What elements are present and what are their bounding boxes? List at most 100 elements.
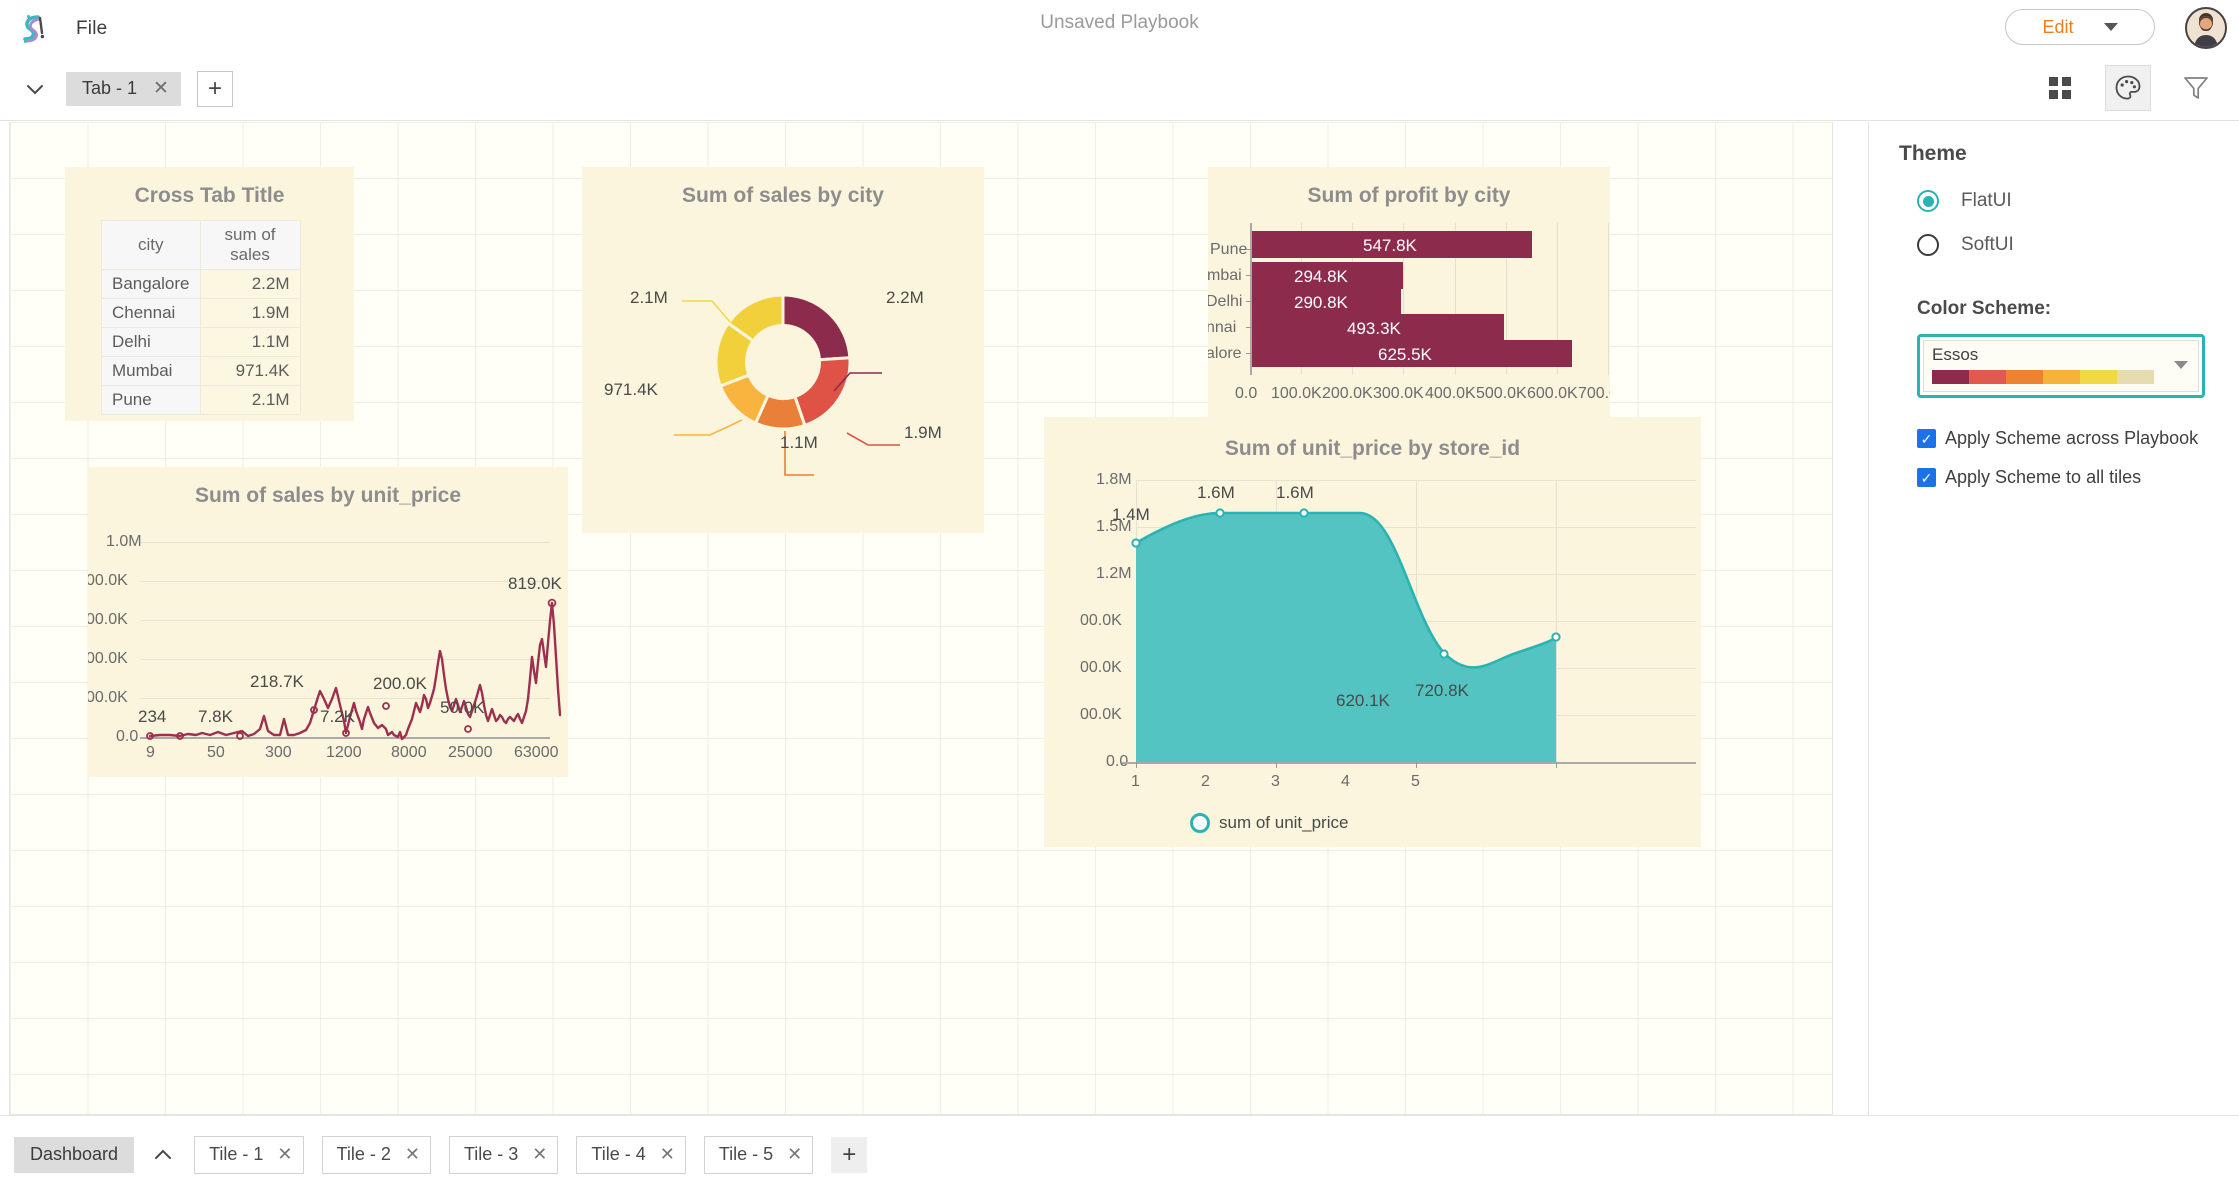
line-annot-218-7k: 218.7K	[250, 672, 304, 691]
add-tile-button[interactable]: +	[831, 1136, 868, 1173]
radio-unselected-icon	[1917, 234, 1939, 256]
menu-file[interactable]: File	[68, 14, 115, 44]
filter-icon[interactable]	[2173, 65, 2219, 111]
x-tick-50: 50	[207, 744, 225, 761]
cell-city: Mumbai	[101, 356, 201, 386]
x-tick-3: 3	[1271, 773, 1280, 790]
tab-item-1[interactable]: Tab - 1 ✕	[66, 71, 181, 106]
x-tick-63000: 63000	[514, 744, 559, 761]
chevron-up-icon[interactable]	[150, 1142, 176, 1168]
close-icon[interactable]: ✕	[532, 1144, 547, 1165]
toolbar-icons	[2037, 65, 2219, 111]
line-annot-7-2k: 7.2K	[320, 707, 355, 726]
bar-value-pune: 547.8K	[1363, 236, 1417, 255]
col-header-sales: sum of sales	[199, 220, 301, 270]
cell-value: 971.4K	[199, 356, 301, 386]
x-axis-line	[1122, 762, 1696, 764]
checkbox-label: Apply Scheme to all tiles	[1945, 467, 2142, 487]
tile-chip-label: Tile - 2	[336, 1144, 391, 1164]
close-icon[interactable]: ✕	[153, 77, 169, 100]
table-row: Mumbai 971.4K	[101, 356, 301, 386]
tile-title: Sum of profit by city	[1307, 184, 1511, 207]
palette-icon[interactable]	[2105, 65, 2151, 111]
theme-option-flatui[interactable]: FlatUI	[1917, 190, 2239, 212]
tick-mark	[1276, 762, 1277, 768]
theme-option-label: SoftUI	[1961, 234, 2014, 255]
legend-label: sum of unit_price	[1219, 813, 1349, 832]
tab-row: Tab - 1 ✕ +	[0, 57, 2239, 121]
tile-chip-label: Tile - 3	[463, 1144, 519, 1164]
tile-chip-3[interactable]: Tile - 3 ✕	[448, 1135, 559, 1174]
bar-value-delhi: 290.8K	[1294, 293, 1348, 312]
x-tick-8000: 8000	[391, 744, 427, 761]
close-icon[interactable]: ✕	[405, 1144, 420, 1165]
cell-value: 1.9M	[199, 298, 301, 328]
checkbox-apply-across-playbook[interactable]: ✓ Apply Scheme across Playbook	[1917, 428, 2239, 449]
tick-mark	[1416, 762, 1417, 768]
checkbox-checked-icon: ✓	[1917, 468, 1936, 487]
x-tick-2: 2	[1201, 773, 1210, 790]
tile-cross-tab[interactable]: Cross Tab Title city sum of sales Bangal…	[65, 167, 354, 421]
gridline	[1608, 223, 1609, 375]
col-header-city: city	[101, 220, 201, 270]
x-tick-25000: 25000	[448, 744, 493, 761]
tile-bar-chart[interactable]: Sum of profit by city Pune mbai Delhi nn…	[1208, 167, 1610, 445]
x-tick-1200: 1200	[326, 744, 362, 761]
line-annot-819k: 819.0K	[508, 574, 562, 593]
bar-value-bangalore: 625.5K	[1378, 345, 1432, 364]
tile-chip-label: Tile - 5	[718, 1144, 774, 1164]
area-value-1: 1.4M	[1112, 505, 1150, 524]
theme-option-label: FlatUI	[1961, 190, 2012, 211]
dashboard-chip[interactable]: Dashboard	[14, 1136, 135, 1173]
top-bar: File Unsaved Playbook Edit	[0, 0, 2239, 57]
cell-value: 2.1M	[199, 385, 301, 415]
color-scheme-select[interactable]: Essos	[1917, 334, 2205, 398]
bar-cat-label-delhi: Delhi	[1208, 293, 1243, 310]
checkbox-apply-all-tiles[interactable]: ✓ Apply Scheme to all tiles	[1917, 467, 2239, 488]
bar-cat-label-pune: Pune	[1210, 241, 1248, 258]
donut-label-delhi: 1.1M	[780, 433, 818, 452]
tile-chip-label: Tile - 1	[209, 1144, 264, 1164]
tile-chip-1[interactable]: Tile - 1 ✕	[194, 1135, 304, 1174]
close-icon[interactable]: ✕	[277, 1144, 292, 1165]
chevron-down-icon[interactable]	[2174, 361, 2188, 369]
checkbox-checked-icon: ✓	[1917, 429, 1936, 448]
bar-value-chennai: 493.3K	[1347, 319, 1401, 338]
avatar[interactable]	[2185, 7, 2227, 49]
area-value-4: 620.1K	[1336, 691, 1390, 710]
close-icon[interactable]: ✕	[660, 1144, 675, 1165]
tile-chip-2[interactable]: Tile - 2 ✕	[321, 1135, 431, 1174]
tile-area-chart[interactable]: Sum of unit_price by store_id 1.8M 1.5M …	[1044, 417, 1701, 847]
x-tick-5: 5	[1411, 773, 1420, 790]
table-row: Chennai 1.9M	[101, 298, 301, 328]
bottom-bar: Dashboard Tile - 1 ✕ Tile - 2 ✕ Tile - 3…	[0, 1115, 2239, 1193]
add-tab-button[interactable]: +	[196, 70, 233, 107]
edit-mode-button[interactable]: Edit	[2005, 9, 2155, 45]
tile-donut-chart[interactable]: Sum of sales by city 2.2M 1.9M 1.1M 971.…	[582, 167, 984, 533]
x-tick-0: 0.0	[1235, 385, 1258, 402]
dashboard-canvas[interactable]: Cross Tab Title city sum of sales Bangal…	[9, 122, 1833, 1115]
cell-city: Chennai	[101, 298, 201, 328]
tick-mark	[1556, 762, 1557, 768]
cross-tab-table: city sum of sales Bangalore 2.2M Chennai…	[101, 220, 301, 415]
tile-title: Cross Tab Title	[134, 184, 285, 207]
theme-panel: Theme FlatUI SoftUI Color Scheme: Essos …	[1868, 122, 2239, 1115]
x-tick-400: 400.0K	[1425, 385, 1476, 402]
color-scheme-label: Color Scheme:	[1917, 298, 2052, 319]
grid-layout-icon[interactable]	[2037, 65, 2083, 111]
bar-value-mumbai: 294.8K	[1294, 267, 1348, 286]
chevron-down-icon[interactable]	[22, 76, 48, 102]
donut-label-mumbai: 971.4K	[604, 380, 658, 399]
cell-value: 1.1M	[199, 327, 301, 357]
tile-line-chart[interactable]: Sum of sales by unit_price 1.0M 00.0K 00…	[88, 467, 568, 777]
area-value-3: 1.6M	[1276, 483, 1314, 502]
theme-option-softui[interactable]: SoftUI	[1917, 234, 2239, 256]
tile-chip-label: Tile - 4	[591, 1144, 646, 1164]
close-icon[interactable]: ✕	[787, 1144, 802, 1165]
chart-legend[interactable]: sum of unit_price	[1190, 813, 1348, 833]
tile-chip-4[interactable]: Tile - 4 ✕	[576, 1135, 686, 1174]
x-tick-300: 300.0K	[1373, 385, 1424, 402]
area-value-5: 720.8K	[1415, 681, 1469, 700]
x-tick-100: 100.0K	[1271, 385, 1322, 402]
tile-chip-5[interactable]: Tile - 5 ✕	[703, 1135, 814, 1174]
